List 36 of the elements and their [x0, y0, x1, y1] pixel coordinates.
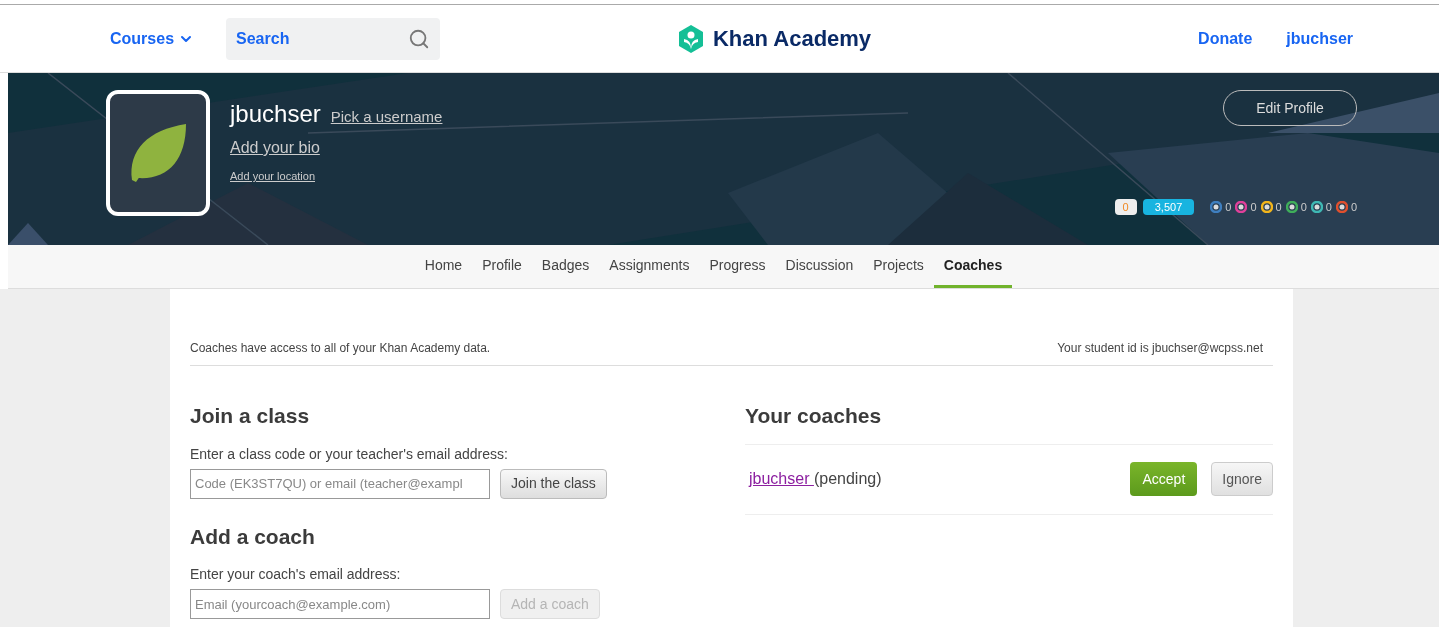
profile-username: jbuchser: [230, 99, 321, 129]
coach-entry: jbuchser (pending): [749, 469, 882, 489]
search-icon: [408, 27, 431, 50]
section-heading: Join a class: [190, 403, 310, 429]
search-field[interactable]: Search: [226, 17, 441, 60]
field-label: Enter a class code or your teacher's email address:: [190, 444, 508, 464]
badge-count: 0: [1275, 199, 1282, 215]
profile-tab[interactable]: Assignments: [599, 245, 700, 288]
courses-menu[interactable]: Courses: [110, 26, 195, 51]
profile-tab[interactable]: Discussion: [775, 245, 864, 288]
logo-text: Khan Academy: [713, 25, 872, 53]
badge-count: 0: [1350, 199, 1357, 215]
logo-icon: [677, 23, 705, 54]
profile-tab[interactable]: Home: [414, 245, 473, 288]
badge-count: 0: [1250, 199, 1257, 215]
badge-count: 0: [1225, 199, 1232, 215]
add-location-link[interactable]: Add your location: [230, 168, 315, 185]
coach-link[interactable]: jbuchser: [749, 470, 814, 487]
profile-tab[interactable]: Profile: [472, 245, 532, 288]
profile-tab[interactable]: Projects: [863, 245, 934, 288]
field-label: Enter your coach's email address:: [190, 565, 401, 584]
input-field[interactable]: Code (EK3ST7QU) or email (teacher@exampl: [190, 468, 490, 499]
header-link[interactable]: jbuchser: [1286, 26, 1353, 51]
submit-button[interactable]: Join the class: [500, 468, 607, 499]
header-link[interactable]: Donate: [1198, 26, 1253, 51]
section-heading: Your coaches: [745, 403, 882, 429]
add-bio-link[interactable]: Add your bio: [230, 136, 320, 160]
profile-tab[interactable]: Progress: [699, 245, 776, 288]
badge-count: 0: [1300, 199, 1307, 215]
profile-tab[interactable]: Badges: [531, 245, 600, 288]
notice-text: Coaches have access to all of your Khan Academy data.: [190, 340, 491, 357]
pick-username-link[interactable]: Pick a username: [330, 106, 443, 129]
section-heading: Add a coach: [190, 523, 315, 550]
student-id-text: Your student id is jbuchser@wcpss.net: [1057, 340, 1263, 357]
ignore-button[interactable]: Ignore: [1211, 462, 1273, 496]
badge-count: 0: [1325, 199, 1332, 215]
